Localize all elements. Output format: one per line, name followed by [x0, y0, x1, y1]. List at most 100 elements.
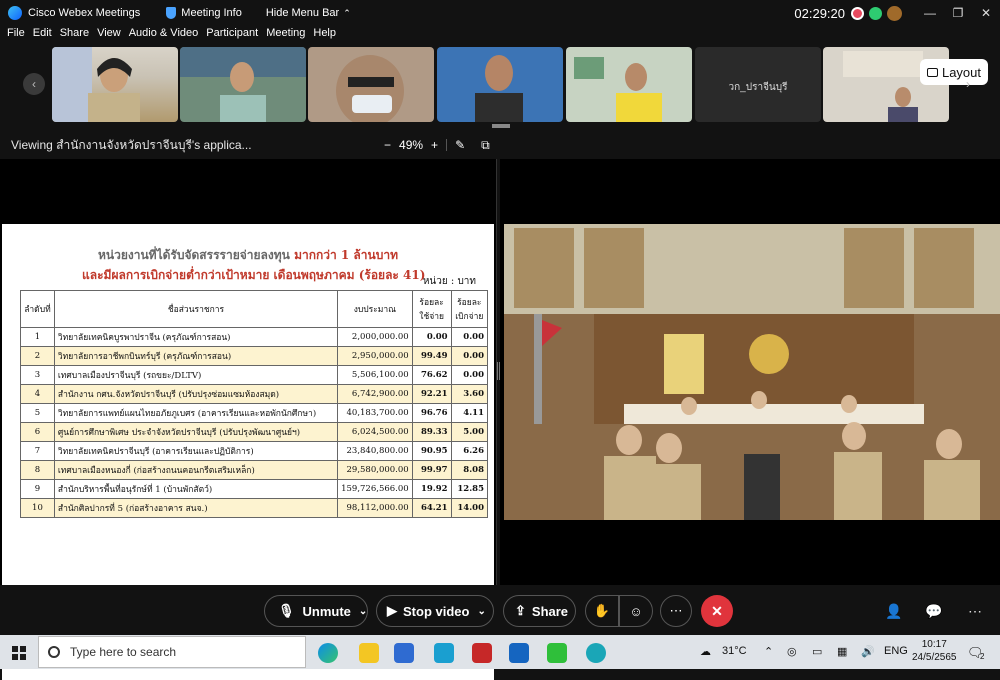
- participant-tile[interactable]: [52, 47, 178, 122]
- network-stats-icon[interactable]: [869, 6, 882, 20]
- shield-icon: [166, 7, 177, 19]
- participants-icon[interactable]: 👤: [885, 603, 902, 620]
- tray-app-icon[interactable]: ◎: [787, 645, 797, 658]
- participant-strip: ‹ วก_ปราจีนบุรี Layout ›: [0, 46, 1000, 124]
- annotate-icon[interactable]: ✎: [455, 138, 465, 152]
- meeting-info-button[interactable]: Meeting Info: [166, 7, 242, 19]
- menu-bar: File Edit Share View Audio & Video Parti…: [0, 27, 337, 45]
- viewing-bar: Viewing สำนักงานจังหวัดปราจีนบุรี's appl…: [0, 134, 500, 156]
- cell-no: 10: [20, 498, 55, 518]
- store-icon[interactable]: [394, 643, 414, 663]
- share-button[interactable]: ⇪ Share: [503, 595, 576, 627]
- popout-icon[interactable]: ⧉: [481, 138, 490, 153]
- menu-help[interactable]: Help: [313, 27, 336, 45]
- chevron-up-icon[interactable]: ⌃: [764, 645, 773, 658]
- cell-budget: 5,506,100.00: [337, 365, 413, 385]
- user-avatar[interactable]: [887, 5, 902, 21]
- emoji-icon: ☺: [629, 603, 643, 619]
- cell-spend: 89.33: [411, 422, 452, 442]
- windows-taskbar: Type here to search ☁ 31°C ⌃ ◎ ▭ ▦ 🔊 ENG…: [0, 635, 1000, 669]
- cell-disburse: 8.08: [450, 460, 489, 480]
- zoom-in-button[interactable]: +: [431, 138, 438, 152]
- hide-menu-bar-button[interactable]: Hide Menu Bar ⌃: [266, 7, 351, 19]
- scroll-right-button[interactable]: ›: [957, 73, 979, 95]
- layout-icon: [926, 67, 938, 77]
- unmute-button[interactable]: 🎙 Unmute ⌄: [264, 595, 368, 627]
- participant-tile[interactable]: [180, 47, 306, 122]
- viewing-label: Viewing สำนักงานจังหวัดปราจีนบุรี's appl…: [11, 137, 252, 152]
- zoom-out-button[interactable]: −: [384, 138, 391, 152]
- more-panels-icon[interactable]: ⋯: [968, 603, 982, 620]
- menu-view[interactable]: View: [97, 27, 121, 45]
- file-explorer-icon[interactable]: [359, 643, 379, 663]
- cell-no: 2: [20, 346, 55, 366]
- zoom-level: 49%: [399, 138, 424, 152]
- chevron-left-icon: ‹: [32, 77, 36, 91]
- cell-disburse: 3.60: [450, 384, 489, 404]
- volume-icon[interactable]: 🔊: [861, 645, 875, 658]
- menu-participant[interactable]: Participant: [206, 27, 258, 45]
- language-indicator[interactable]: ENG: [884, 645, 908, 657]
- network-icon[interactable]: ▦: [837, 645, 847, 658]
- cell-spend: 19.92: [411, 479, 452, 499]
- leave-meeting-button[interactable]: ✕: [701, 595, 733, 627]
- cell-disburse: 5.00: [450, 422, 489, 442]
- webex-taskbar-icon[interactable]: [586, 643, 606, 663]
- participant-tile[interactable]: [437, 47, 563, 122]
- mcafee-icon[interactable]: [472, 643, 492, 663]
- shared-content-panel: หน่วยงานที่ได้รับจัดสรรรายจ่ายลงทุน มากก…: [0, 159, 497, 680]
- menu-edit[interactable]: Edit: [33, 27, 52, 45]
- cell-name: เทศบาลเมืองหนองกี่ (ก่อสร้างถนนคอนกรีตเส…: [53, 460, 339, 480]
- cell-budget: 6,742,900.00: [337, 384, 413, 404]
- menu-share[interactable]: Share: [60, 27, 89, 45]
- recording-icon[interactable]: [851, 6, 864, 20]
- app-l-icon[interactable]: [434, 643, 454, 663]
- more-options-button[interactable]: ⋯: [660, 595, 692, 627]
- table-row: 8 เทศบาลเมืองหนองกี่ (ก่อสร้างถนนคอนกรีต…: [20, 460, 489, 480]
- cell-no: 8: [20, 460, 55, 480]
- cell-disburse: 12.85: [450, 479, 489, 499]
- menu-file[interactable]: File: [7, 27, 25, 45]
- participant-tile[interactable]: วก_ปราจีนบุรี: [695, 47, 821, 122]
- table-row: 3 เทศบาลเมืองปราจีนบุรี (รถขยะ/DLTV) 5,5…: [20, 365, 489, 385]
- participant-video: [574, 57, 662, 122]
- chat-icon[interactable]: 💬: [925, 603, 942, 620]
- participant-tile[interactable]: [308, 47, 434, 122]
- chevron-down-icon[interactable]: ⌄: [359, 606, 367, 617]
- cell-budget: 40,183,700.00: [337, 403, 413, 423]
- reactions-button[interactable]: ☺: [619, 595, 653, 627]
- participant-tile[interactable]: [566, 47, 692, 122]
- chevron-down-icon[interactable]: ⌄: [477, 606, 485, 617]
- weather-icon[interactable]: ☁: [700, 645, 711, 658]
- cell-name: สำนักบริหารพื้นที่อนุรักษ์ที่ 1 (บ้านพัก…: [53, 479, 339, 499]
- raise-hand-button[interactable]: ✋: [585, 595, 619, 627]
- active-speaker-panel: [500, 159, 1000, 585]
- restore-button[interactable]: ❐: [944, 6, 972, 20]
- cell-spend: 92.21: [411, 384, 452, 404]
- menu-audio-video[interactable]: Audio & Video: [129, 27, 199, 45]
- temperature: 31°C: [722, 645, 747, 657]
- edge-icon[interactable]: [318, 643, 338, 663]
- notification-count: 2: [980, 652, 985, 661]
- mail-icon[interactable]: [509, 643, 529, 663]
- strip-resize-handle[interactable]: [492, 124, 510, 128]
- taskbar-clock[interactable]: 10:17 24/5/2565: [912, 638, 957, 664]
- minimize-button[interactable]: —: [916, 6, 944, 20]
- line-icon[interactable]: [547, 643, 567, 663]
- cell-disburse: 0.00: [450, 327, 489, 347]
- cell-disburse: 4.11: [450, 403, 489, 423]
- budget-table: ลำดับที่ ชื่อส่วนราชการ งบประมาณ ร้อยละ …: [20, 290, 489, 518]
- stop-video-button[interactable]: ▶ Stop video ⌄: [376, 595, 494, 627]
- cell-disburse: 0.00: [450, 346, 489, 366]
- table-row: 10 สำนักศิลปากรที่ 5 (ก่อสร้างอาคาร สนจ.…: [20, 498, 489, 518]
- close-window-button[interactable]: ✕: [972, 6, 1000, 20]
- cell-spend: 90.95: [411, 441, 452, 461]
- battery-icon[interactable]: ▭: [812, 645, 822, 658]
- cell-disburse: 6.26: [450, 441, 489, 461]
- scroll-left-button[interactable]: ‹: [23, 73, 45, 95]
- cell-budget: 159,726,566.00: [337, 479, 413, 499]
- title-bar: Cisco Webex Meetings Meeting Info Hide M…: [0, 0, 1000, 26]
- menu-meeting[interactable]: Meeting: [266, 27, 305, 45]
- taskbar-search[interactable]: Type here to search: [38, 636, 306, 668]
- windows-start-icon[interactable]: [12, 646, 26, 660]
